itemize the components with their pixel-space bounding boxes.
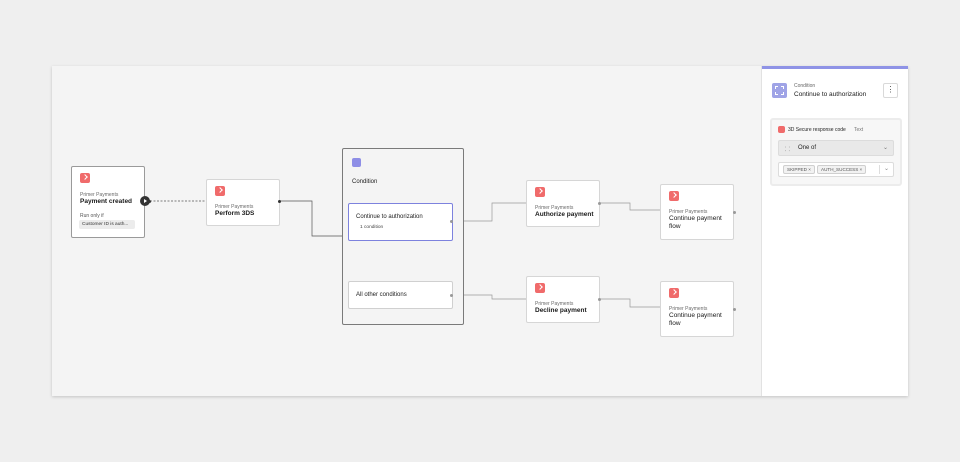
chevron-down-icon: ⌄ bbox=[882, 145, 888, 151]
node-title-line2: flow bbox=[669, 223, 681, 230]
connector-dot[interactable] bbox=[278, 200, 281, 203]
action-node-continue-payment-flow-top[interactable]: Primer Payments Continue payment flow bbox=[660, 184, 734, 240]
panel-subtitle: Condition bbox=[794, 83, 816, 89]
more-options-button[interactable]: ⋮ bbox=[883, 83, 898, 98]
value-chip-auth-success[interactable]: AUTH_SUCCESS × bbox=[817, 165, 867, 174]
operator-select[interactable]: ⸬ One of ⌄ bbox=[778, 140, 894, 156]
workflow-editor: Primer Payments Payment created Run only… bbox=[52, 66, 908, 396]
value-chip-skipped[interactable]: SKIPPED × bbox=[783, 165, 815, 174]
run-condition-label: Run only if bbox=[80, 213, 104, 219]
primer-logo-icon bbox=[669, 288, 679, 298]
node-title: Authorize payment bbox=[535, 211, 594, 218]
primer-logo-icon bbox=[535, 187, 545, 197]
chevron-down-icon: ⌄ bbox=[883, 166, 889, 172]
node-title-line2: flow bbox=[669, 320, 681, 327]
node-title-line1: Continue payment bbox=[669, 215, 722, 222]
connector-dot[interactable] bbox=[598, 298, 601, 301]
action-node-authorize-payment[interactable]: Primer Payments Authorize payment bbox=[526, 180, 600, 227]
connector-dot[interactable] bbox=[450, 220, 453, 223]
condition-icon bbox=[352, 158, 361, 167]
primer-logo-icon bbox=[778, 126, 785, 133]
branch-all-other-conditions[interactable]: All other conditions bbox=[348, 281, 453, 309]
branch-continue-to-authorization[interactable]: Continue to authorization 1 condition bbox=[348, 203, 453, 241]
action-node-perform-3ds[interactable]: Primer Payments Perform 3DS bbox=[206, 179, 280, 226]
connector-dot[interactable] bbox=[598, 202, 601, 205]
condition-settings-panel: Condition Continue to authorization ⋮ 3D… bbox=[761, 66, 908, 396]
operator-value: One of bbox=[798, 145, 817, 151]
node-title: Payment created bbox=[80, 198, 133, 205]
run-condition-chip[interactable]: Customer ID is auth... bbox=[79, 220, 135, 229]
divider bbox=[879, 165, 880, 174]
condition-icon bbox=[772, 83, 787, 98]
node-title: Decline payment bbox=[535, 307, 587, 314]
primer-logo-icon bbox=[669, 191, 679, 201]
condition-group[interactable]: Condition Continue to authorization 1 co… bbox=[342, 148, 464, 325]
branch-title: Continue to authorization bbox=[356, 214, 423, 220]
action-node-decline-payment[interactable]: Primer Payments Decline payment bbox=[526, 276, 600, 323]
primer-logo-icon bbox=[535, 283, 545, 293]
condition-group-label: Condition bbox=[352, 179, 378, 185]
action-node-continue-payment-flow-bottom[interactable]: Primer Payments Continue payment flow bbox=[660, 281, 734, 337]
panel-title: Continue to authorization bbox=[794, 91, 867, 98]
node-title-line1: Continue payment bbox=[669, 312, 722, 319]
rule-attribute-type: Text bbox=[854, 127, 864, 133]
connector-dot[interactable] bbox=[733, 308, 736, 311]
node-title: Perform 3DS bbox=[215, 210, 255, 217]
connector-dot[interactable] bbox=[450, 294, 453, 297]
panel-accent-bar bbox=[762, 66, 908, 69]
operator-icon: ⸬ bbox=[785, 147, 790, 153]
primer-logo-icon bbox=[215, 186, 225, 196]
trigger-node-payment-created[interactable]: Primer Payments Payment created Run only… bbox=[71, 166, 145, 238]
branch-title: All other conditions bbox=[356, 292, 407, 298]
primer-logo-icon bbox=[80, 173, 90, 183]
workflow-canvas[interactable]: Primer Payments Payment created Run only… bbox=[52, 66, 761, 396]
branch-condition-count: 1 condition bbox=[360, 225, 384, 230]
connector-dot[interactable] bbox=[148, 200, 151, 203]
connector-dot[interactable] bbox=[733, 211, 736, 214]
rule-attribute[interactable]: 3D Secure response code bbox=[788, 127, 846, 133]
condition-rule: 3D Secure response code Text ⸬ One of ⌄ … bbox=[770, 118, 902, 186]
values-select[interactable]: SKIPPED × AUTH_SUCCESS × ⌄ bbox=[778, 162, 894, 177]
